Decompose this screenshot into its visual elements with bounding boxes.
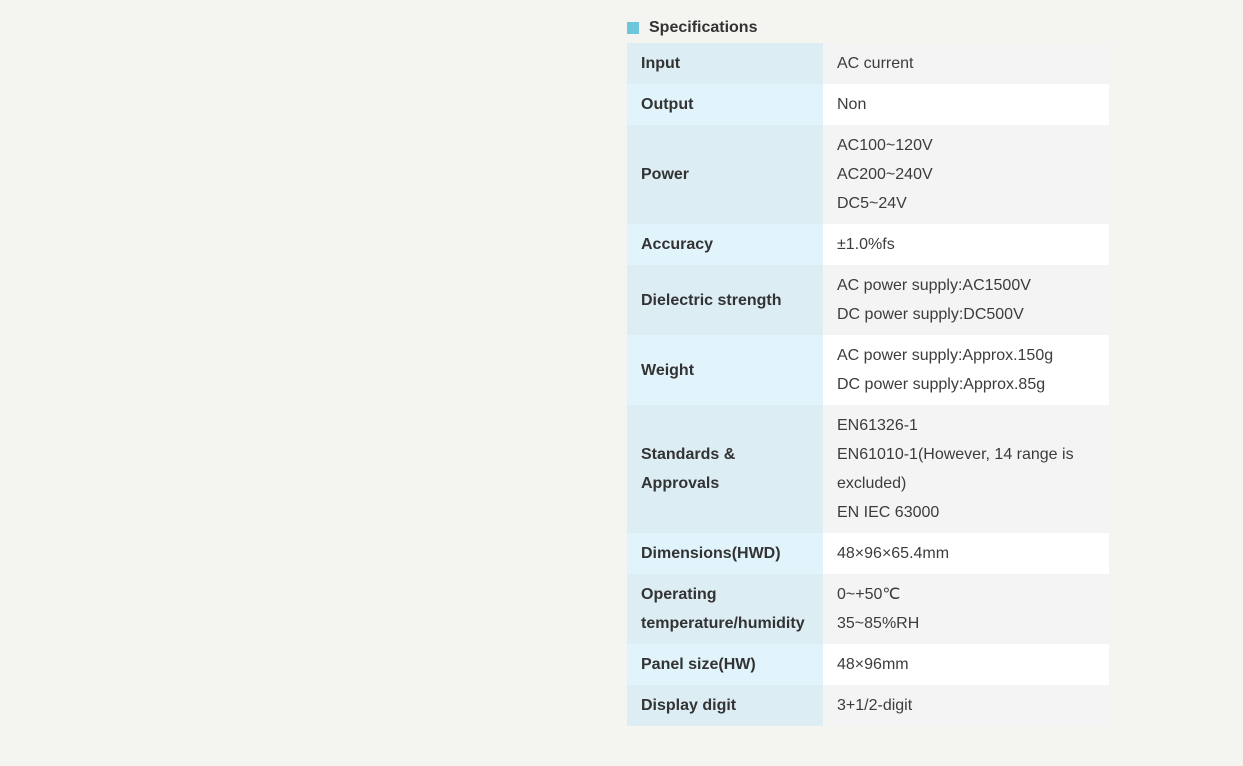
section-title: Specifications [649,19,758,36]
spec-value-line: 0~+50℃ [837,586,901,603]
spec-row: Power AC100~120V AC200~240V DC5~24V [627,125,1109,224]
spec-value: AC100~120V AC200~240V DC5~24V [823,125,1109,224]
spec-value-line: 35~85%RH [837,615,920,632]
spec-row: Dielectric strength AC power supply:AC150… [627,265,1109,335]
spec-row: Output Non [627,84,1109,125]
spec-label: Dielectric strength [627,265,823,335]
spec-value-line: AC100~120V [837,137,933,154]
spec-value-line: 48×96mm [837,656,909,673]
spec-row: Accuracy ±1.0%fs [627,224,1109,265]
spec-value: 0~+50℃ 35~85%RH [823,574,1109,644]
spec-row: Input AC current [627,43,1109,84]
spec-label: Display digit [627,685,823,726]
spec-table: Input AC current Output Non Power AC100~120V A… [627,43,1109,726]
spec-row: Panel size(HW) 48×96mm [627,644,1109,685]
spec-value-line: DC5~24V [837,195,907,212]
spec-value-line: ±1.0%fs [837,236,895,253]
spec-value: 48×96mm [823,644,1109,685]
spec-row: Operating temperature/humidity 0~+50℃ 35~8… [627,574,1109,644]
spec-label: Operating temperature/humidity [627,574,823,644]
spec-value: AC power supply:Approx.150g DC power supp… [823,335,1109,405]
square-bullet-icon [627,22,639,34]
spec-table-body: Input AC current Output Non Power AC100~120V A… [627,43,1109,726]
spec-label: Input [627,43,823,84]
spec-label: Power [627,125,823,224]
spec-value: AC current [823,43,1109,84]
spec-value-line: DC power supply:Approx.85g [837,376,1046,393]
spec-value-line: AC current [837,55,914,72]
spec-value: ±1.0%fs [823,224,1109,265]
spec-label: Weight [627,335,823,405]
spec-value-line: AC power supply:Approx.150g [837,347,1054,364]
spec-value-line: DC power supply:DC500V [837,306,1024,323]
spec-row: Display digit 3+1/2-digit [627,685,1109,726]
spec-value-line: EN61326-1 [837,417,918,434]
spec-label: Standards & Approvals [627,405,823,533]
spec-label: Accuracy [627,224,823,265]
spec-value-line: AC power supply:AC1500V [837,277,1031,294]
spec-row: Standards & Approvals EN61326-1 EN61010-1(… [627,405,1109,533]
spec-value-line: 48×96×65.4mm [837,545,950,562]
spec-value-line: 3+1/2-digit [837,697,913,714]
spec-row: Weight AC power supply:Approx.150g DC powe… [627,335,1109,405]
spec-value: 48×96×65.4mm [823,533,1109,574]
spec-value: AC power supply:AC1500V DC power supply:D… [823,265,1109,335]
spec-value: Non [823,84,1109,125]
spec-label: Dimensions(HWD) [627,533,823,574]
spec-value-line: AC200~240V [837,166,933,183]
spec-value-line: EN IEC 63000 [837,504,940,521]
specifications-section: Specifications Input AC current Output Non P… [627,18,1109,726]
spec-value: 3+1/2-digit [823,685,1109,726]
spec-value-line: Non [837,96,867,113]
spec-label: Output [627,84,823,125]
spec-row: Dimensions(HWD) 48×96×65.4mm [627,533,1109,574]
spec-value-line: EN61010-1(However, 14 range is excluded) [837,446,1074,492]
spec-value: EN61326-1 EN61010-1(However, 14 range is … [823,405,1109,533]
section-header: Specifications [627,18,1109,38]
spec-label: Panel size(HW) [627,644,823,685]
